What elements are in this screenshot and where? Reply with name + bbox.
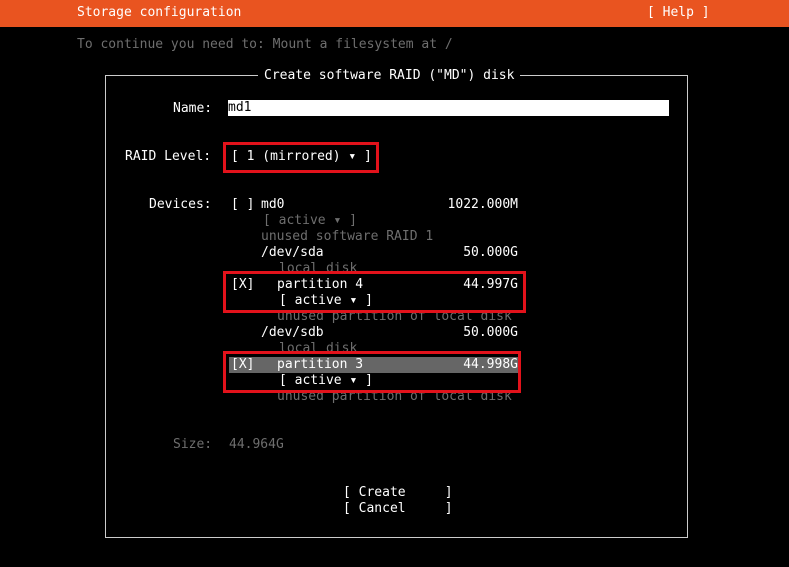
partition3-highlight	[223, 351, 521, 393]
help-button[interactable]: [ Help ]	[647, 5, 710, 21]
cancel-button[interactable]: [ Cancel ]	[343, 501, 453, 517]
size-label: Size:	[173, 437, 213, 452]
sdb-name: /dev/sdb	[261, 325, 324, 340]
sda-name: /dev/sda	[261, 245, 324, 260]
name-label: Name:	[173, 101, 213, 116]
sdb-size: 50.000G	[463, 325, 518, 340]
partition4-highlight	[223, 271, 526, 313]
raid-level-highlight	[223, 142, 379, 173]
create-button[interactable]: [ Create ]	[343, 485, 453, 501]
raid-level-label: RAID Level:	[125, 149, 212, 164]
md0-checkbox[interactable]: [ ]	[231, 197, 254, 213]
md0-role-select: [ active ▾ ]	[263, 213, 357, 228]
page-title: Storage configuration	[77, 5, 242, 20]
dialog-title: Create software RAID ("MD") disk	[258, 68, 521, 84]
name-input[interactable]: md1	[228, 100, 669, 116]
hint-text: To continue you need to: Mount a filesys…	[77, 37, 453, 52]
md0-size: 1022.000M	[447, 197, 518, 212]
md0-name: md0	[261, 197, 285, 212]
md0-description: unused software RAID 1	[261, 229, 434, 244]
size-value: 44.964G	[229, 437, 284, 452]
sda-size: 50.000G	[463, 245, 518, 260]
devices-label: Devices:	[149, 197, 212, 212]
